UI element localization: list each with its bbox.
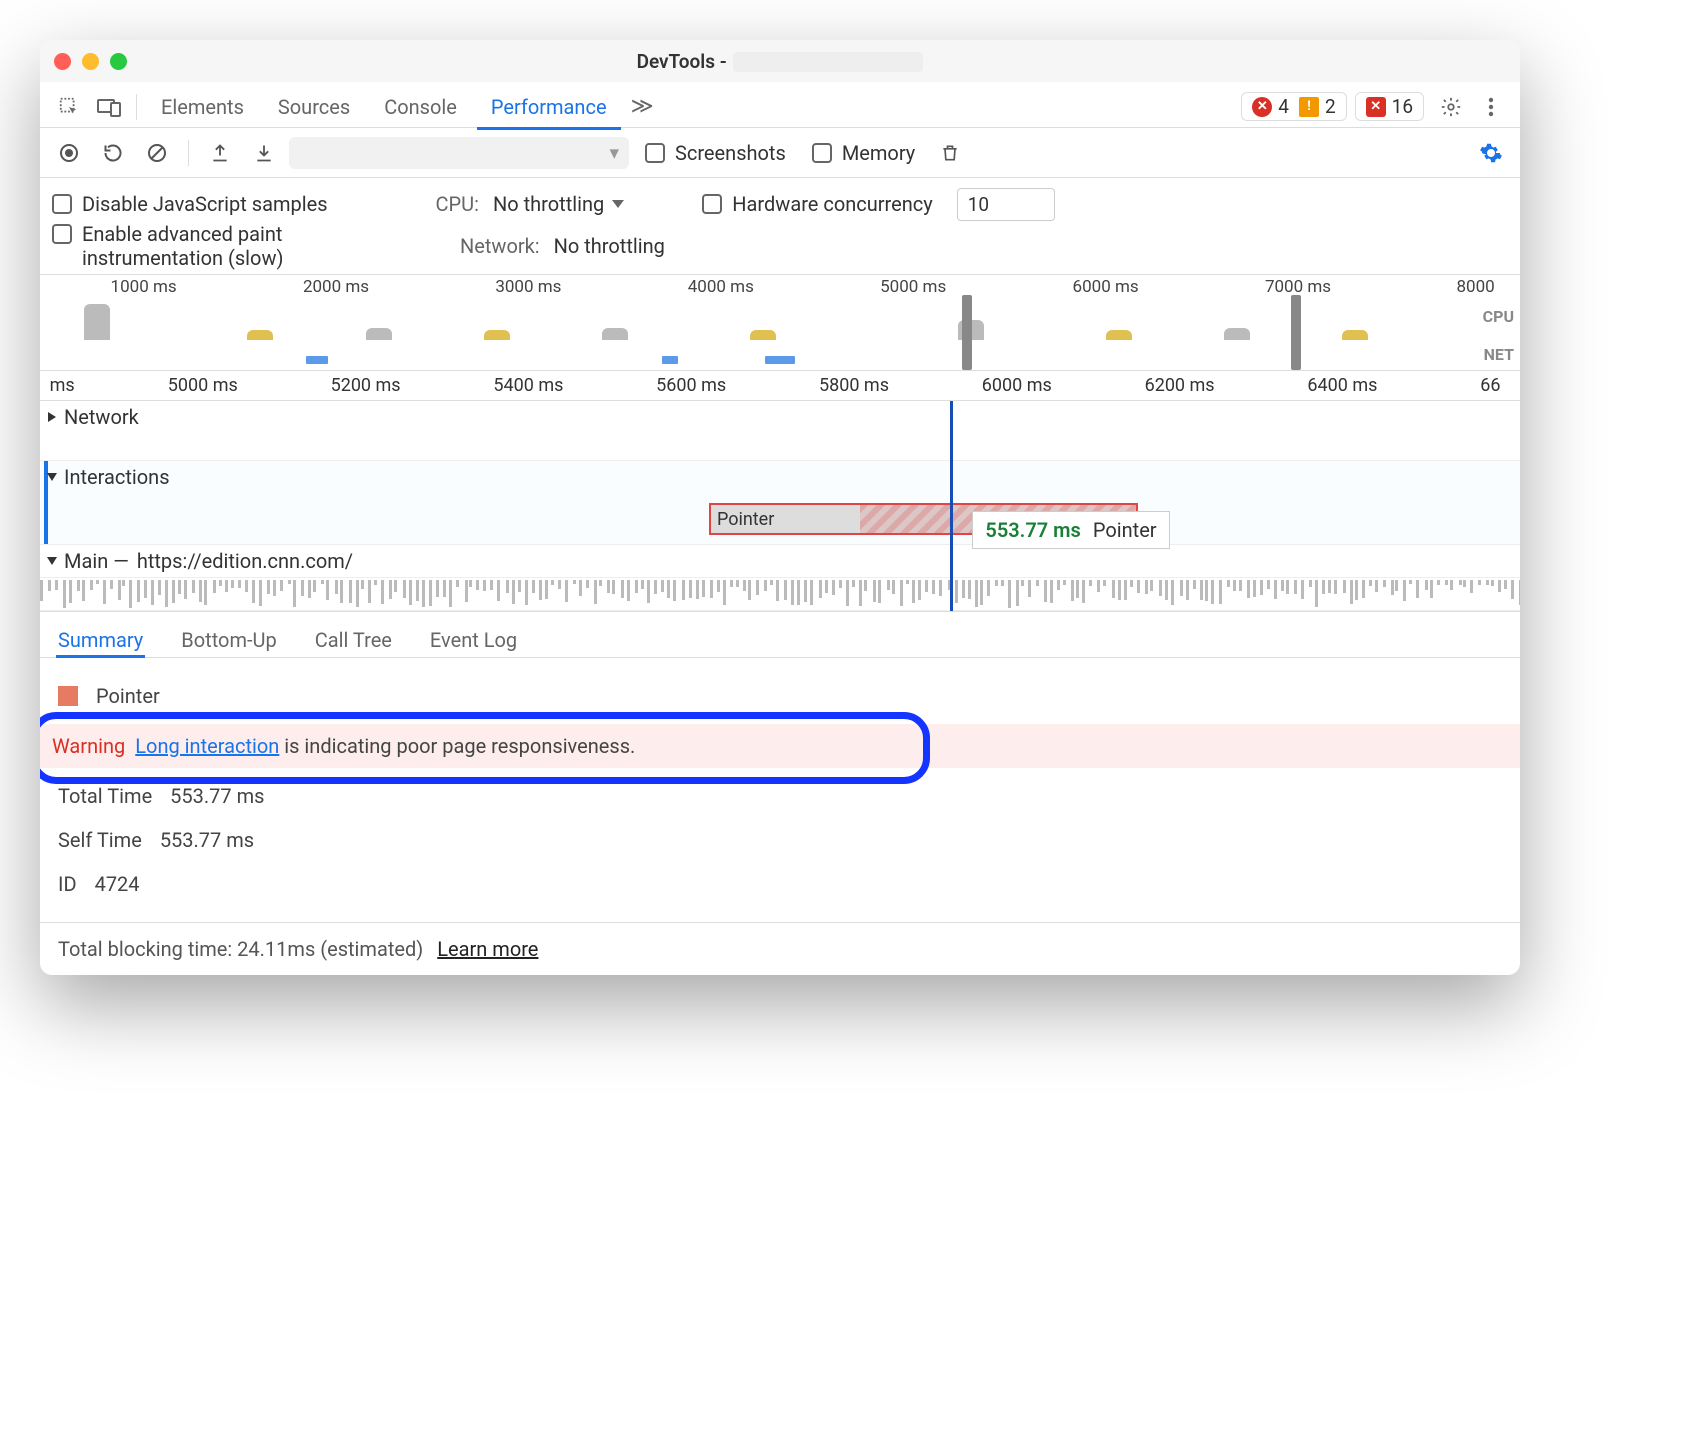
main-thread-activity: /* filled below via JS for brevity */ (40, 577, 1520, 609)
event-name-row: Pointer (58, 674, 1502, 718)
titlebar: DevTools - (40, 40, 1520, 82)
cpu-throttle-select[interactable]: No throttling (493, 192, 624, 216)
checkbox-icon (812, 143, 832, 163)
window-title-text: DevTools - (637, 50, 727, 73)
close-window-icon[interactable] (54, 53, 71, 70)
checkbox-icon (52, 194, 72, 214)
reload-record-button[interactable] (94, 134, 132, 172)
redacted-url (733, 52, 923, 72)
total-time-row: Total Time 553.77 ms (58, 774, 1502, 818)
window-title: DevTools - (40, 50, 1520, 73)
memory-checkbox[interactable]: Memory (802, 141, 925, 165)
recording-selector[interactable]: ▾ (289, 137, 629, 169)
event-name: Pointer (96, 684, 160, 708)
disclosure-icon (48, 412, 56, 422)
upload-icon[interactable] (201, 134, 239, 172)
warning-icon: ! (1299, 97, 1319, 117)
checkbox-icon (645, 143, 665, 163)
zoom-window-icon[interactable] (110, 53, 127, 70)
kebab-icon[interactable] (1472, 88, 1510, 126)
disclosure-icon (47, 557, 57, 565)
flame-chart[interactable]: Network Interactions Pointer 553.77 ms P… (40, 401, 1520, 612)
main-toolbar: Elements Sources Console Performance ≫ ✕… (40, 82, 1520, 128)
traffic-lights (54, 53, 127, 70)
hardware-concurrency-input[interactable]: 10 (957, 188, 1055, 221)
footer: Total blocking time: 24.11ms (estimated)… (40, 922, 1520, 975)
cpu-label: CPU (1483, 307, 1514, 326)
overview-ticks: 1000 ms 2000 ms 3000 ms 4000 ms 5000 ms … (40, 275, 1520, 297)
device-toggle-icon[interactable] (90, 88, 128, 126)
details-tabs: Summary Bottom-Up Call Tree Event Log (40, 612, 1520, 658)
id-row: ID 4724 (58, 862, 1502, 906)
network-track[interactable]: Network (40, 401, 1520, 461)
blocked-icon: ✕ (1366, 97, 1386, 117)
detail-tab-bottom-up[interactable]: Bottom-Up (179, 620, 278, 657)
inspect-icon[interactable] (50, 88, 88, 126)
interactions-track[interactable]: Interactions Pointer 553.77 ms Pointer (40, 461, 1520, 545)
detail-tab-event-log[interactable]: Event Log (428, 620, 519, 657)
trash-icon[interactable] (931, 134, 969, 172)
warning-count[interactable]: !2 (1299, 95, 1336, 118)
summary-panel: Pointer Warning Long interaction is indi… (40, 658, 1520, 922)
tab-performance[interactable]: Performance (475, 85, 623, 129)
checkbox-icon (52, 224, 72, 244)
main-track[interactable]: Main — https://edition.cnn.com/ /* fille… (40, 545, 1520, 611)
error-icon: ✕ (1252, 97, 1272, 117)
long-interaction-link[interactable]: Long interaction (135, 734, 279, 758)
warning-label: Warning (52, 734, 125, 758)
cpu-label: CPU: (436, 192, 479, 216)
detail-tab-summary[interactable]: Summary (56, 620, 145, 657)
warning-row: Warning Long interaction is indicating p… (40, 724, 1520, 768)
enable-paint-checkbox[interactable]: Enable advanced paint instrumentation (s… (52, 222, 392, 270)
net-label: NET (1484, 345, 1514, 364)
screenshots-checkbox[interactable]: Screenshots (635, 141, 796, 165)
playhead[interactable] (950, 401, 953, 611)
total-blocking-time: Total blocking time: 24.11ms (estimated) (58, 937, 423, 961)
separator (136, 94, 137, 120)
network-throttle-select[interactable]: No throttling (554, 234, 665, 258)
devtools-window: DevTools - Elements Sources Console Perf… (40, 40, 1520, 975)
tab-sources[interactable]: Sources (262, 85, 366, 129)
issues-badges[interactable]: ✕4 !2 (1241, 92, 1346, 121)
download-icon[interactable] (245, 134, 283, 172)
error-count[interactable]: ✕4 (1252, 95, 1289, 118)
interaction-tooltip: 553.77 ms Pointer (972, 511, 1169, 549)
interactions-track-header[interactable]: Interactions (40, 461, 1520, 493)
hardware-concurrency-checkbox[interactable]: Hardware concurrency (692, 192, 942, 216)
overview-range-start-handle[interactable] (962, 295, 972, 370)
event-color-swatch (58, 686, 78, 706)
self-time-row: Self Time 553.77 ms (58, 818, 1502, 862)
disable-js-samples-checkbox[interactable]: Disable JavaScript samples (52, 192, 338, 216)
learn-more-link[interactable]: Learn more (437, 937, 538, 961)
network-track-header[interactable]: Network (40, 401, 1520, 433)
timeline-ruler[interactable]: ms 5000 ms 5200 ms 5400 ms 5600 ms 5800 … (40, 371, 1520, 401)
checkbox-icon (702, 194, 722, 214)
network-label: Network: (460, 234, 540, 258)
separator (188, 140, 189, 166)
minimize-window-icon[interactable] (82, 53, 99, 70)
tooltip-value: 553.77 ms (985, 518, 1080, 542)
tooltip-label: Pointer (1093, 518, 1157, 542)
detail-tab-call-tree[interactable]: Call Tree (313, 620, 394, 657)
capture-options: Disable JavaScript samples CPU: No throt… (40, 178, 1520, 275)
more-tabs-icon[interactable]: ≫ (625, 88, 660, 126)
clear-button[interactable] (138, 134, 176, 172)
capture-settings-icon[interactable] (1472, 134, 1510, 172)
tab-console[interactable]: Console (368, 85, 473, 129)
disclosure-icon (47, 473, 57, 481)
overview-range-end-handle[interactable] (1291, 295, 1301, 370)
record-button[interactable] (50, 134, 88, 172)
blocked-badge[interactable]: ✕16 (1355, 92, 1424, 121)
blocked-count[interactable]: ✕16 (1366, 95, 1413, 118)
settings-icon[interactable] (1432, 88, 1470, 126)
warning-tail: is indicating poor page responsiveness. (279, 734, 635, 758)
performance-toolbar: ▾ Screenshots Memory (40, 128, 1520, 178)
main-track-header[interactable]: Main — https://edition.cnn.com/ (40, 545, 1520, 577)
dropdown-icon (612, 200, 624, 208)
tab-elements[interactable]: Elements (145, 85, 260, 129)
timeline-overview[interactable]: 1000 ms 2000 ms 3000 ms 4000 ms 5000 ms … (40, 275, 1520, 371)
